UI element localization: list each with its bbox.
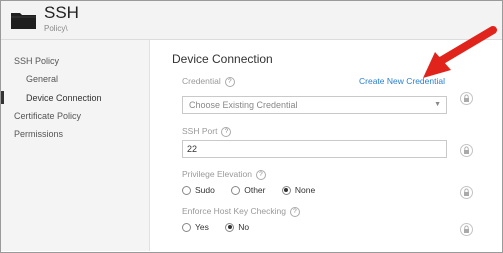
active-indicator <box>1 91 4 104</box>
radio-sudo[interactable]: Sudo <box>182 185 215 195</box>
ssh-port-input[interactable]: 22 <box>182 140 447 158</box>
lock-icon[interactable] <box>460 223 473 236</box>
radio-button[interactable] <box>182 185 191 195</box>
annotation-arrow-icon <box>423 26 497 78</box>
sidebar-item-device-connection[interactable]: Device Connection <box>26 93 102 103</box>
sidebar-item-permissions[interactable]: Permissions <box>14 129 63 139</box>
breadcrumb: Policy\ <box>44 24 68 33</box>
help-icon[interactable]: ? <box>289 207 300 217</box>
radio-none[interactable]: None <box>281 185 315 195</box>
ssh-port-label: SSH Port? <box>182 126 232 137</box>
sidebar-item-general[interactable]: General <box>26 74 58 84</box>
radio-button-selected[interactable] <box>281 185 291 195</box>
radio-yes[interactable]: Yes <box>182 222 209 232</box>
credential-select-value: Choose Existing Credential <box>189 100 298 110</box>
folder-icon <box>11 13 36 29</box>
host-key-checking-radio-group: Yes No <box>182 222 263 234</box>
radio-other[interactable]: Other <box>231 185 266 195</box>
help-icon[interactable]: ? <box>221 127 232 137</box>
lock-icon[interactable] <box>460 92 473 105</box>
page-title: SSH <box>44 3 79 22</box>
radio-no[interactable]: No <box>225 222 249 232</box>
section-title: Device Connection <box>172 52 273 66</box>
help-icon[interactable]: ? <box>224 77 235 87</box>
sidebar-item-ssh-policy[interactable]: SSH Policy <box>14 56 59 66</box>
privilege-elevation-label: Privilege Elevation? <box>182 169 266 180</box>
credential-label: Credential? <box>182 76 235 87</box>
lock-icon[interactable] <box>460 144 473 157</box>
help-icon[interactable]: ? <box>255 170 266 180</box>
radio-button-selected[interactable] <box>225 222 235 232</box>
radio-button[interactable] <box>182 222 191 232</box>
host-key-checking-label: Enforce Host Key Checking? <box>182 206 300 217</box>
privilege-elevation-radio-group: Sudo Other None <box>182 185 329 197</box>
credential-select[interactable]: Choose Existing Credential ▼ <box>182 96 447 114</box>
sidebar-item-certificate-policy[interactable]: Certificate Policy <box>14 111 81 121</box>
radio-button[interactable] <box>231 185 241 195</box>
chevron-down-icon: ▼ <box>434 101 441 108</box>
lock-icon[interactable] <box>460 186 473 199</box>
sidebar: SSH Policy General Device Connection Cer… <box>1 40 150 251</box>
